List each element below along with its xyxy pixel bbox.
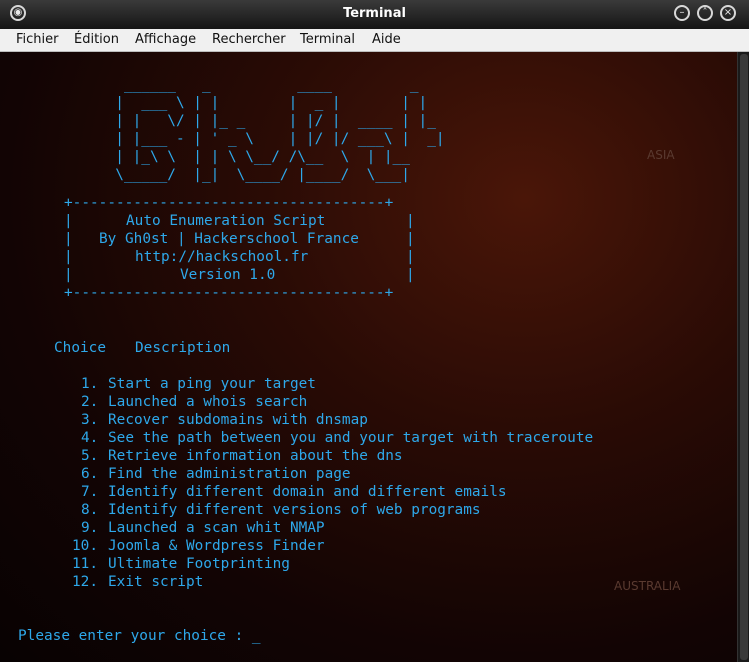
menu-aide[interactable]: Aide bbox=[372, 32, 401, 47]
option-text: Identify different versions of web progr… bbox=[108, 502, 481, 518]
option-number: 10. bbox=[72, 538, 98, 554]
terminal-area[interactable]: ASIA AUSTRALIA ______ _ ____ _ | ___ \ |… bbox=[0, 52, 737, 662]
menu-bar: Fichier Édition Affichage Rechercher Ter… bbox=[0, 29, 749, 52]
terminal-window: ◉ Terminal – ˄ × Fichier Édition Afficha… bbox=[0, 0, 749, 662]
menu-rechercher[interactable]: Rechercher bbox=[212, 32, 286, 47]
menu-edition[interactable]: Édition bbox=[74, 32, 119, 47]
title-bar[interactable]: ◉ Terminal – ˄ × bbox=[0, 0, 749, 30]
option-number: 1. bbox=[81, 376, 99, 392]
option-number: 2. bbox=[81, 394, 99, 410]
option-text: Find the administration page bbox=[108, 466, 351, 482]
box-side-right: | bbox=[406, 231, 415, 247]
option-text: Joomla & Wordpress Finder bbox=[108, 538, 325, 554]
option-number: 3. bbox=[81, 412, 99, 428]
script-author: By Gh0st | Hackerschool France bbox=[99, 231, 359, 247]
option-number: 5. bbox=[81, 448, 99, 464]
option-text: See the path between you and your target… bbox=[108, 430, 594, 446]
script-title: Auto Enumeration Script bbox=[126, 213, 326, 229]
option-text: Ultimate Footprinting bbox=[108, 556, 290, 572]
box-side-left: | bbox=[64, 231, 73, 247]
ascii-banner-line: \_____/ |_| \____/ |____/ \___| bbox=[46, 167, 410, 183]
box-side-right: | bbox=[406, 249, 415, 265]
script-version: Version 1.0 bbox=[180, 267, 276, 283]
choice-prompt[interactable]: Please enter your choice : _ bbox=[18, 627, 261, 645]
option-text: Recover subdomains with dnsmap bbox=[108, 412, 368, 428]
menu-affichage[interactable]: Affichage bbox=[135, 32, 196, 47]
box-border-bottom: +------------------------------------+ bbox=[64, 285, 394, 301]
option-text: Start a ping your target bbox=[108, 376, 316, 392]
box-side-right: | bbox=[406, 213, 415, 229]
box-side-right: | bbox=[406, 267, 415, 283]
ascii-banner-line: | ___ \ | | | _ | | | bbox=[46, 95, 428, 111]
menu-terminal[interactable]: Terminal bbox=[300, 32, 355, 47]
close-icon[interactable]: × bbox=[720, 5, 736, 21]
map-label-asia: ASIA bbox=[647, 148, 675, 162]
option-text: Retrieve information about the dns bbox=[108, 448, 403, 464]
scrollbar-thumb[interactable] bbox=[740, 54, 748, 660]
map-label-australia: AUSTRALIA bbox=[614, 579, 681, 593]
maximize-icon[interactable]: ˄ bbox=[697, 5, 713, 21]
option-number: 7. bbox=[81, 484, 99, 500]
ascii-banner-line: | |_\ \ | | \ \__/ /\__ \ | |__ bbox=[46, 149, 410, 165]
box-side-left: | bbox=[64, 267, 73, 283]
option-text: Identify different domain and different … bbox=[108, 484, 507, 500]
option-text: Exit script bbox=[108, 574, 204, 590]
box-side-left: | bbox=[64, 249, 73, 265]
choice-header: Choice bbox=[54, 340, 106, 356]
option-number: 6. bbox=[81, 466, 99, 482]
box-side-left: | bbox=[64, 213, 73, 229]
option-number: 11. bbox=[72, 556, 98, 572]
ascii-banner-line: | | \/ | |_ _ | |/ | ____ | |_ bbox=[46, 113, 436, 129]
option-number: 12. bbox=[72, 574, 98, 590]
minimize-icon[interactable]: – bbox=[674, 5, 690, 21]
window-title: Terminal bbox=[343, 6, 406, 21]
description-header: Description bbox=[135, 340, 231, 356]
option-text: Launched a scan whit NMAP bbox=[108, 520, 325, 536]
option-number: 4. bbox=[81, 430, 99, 446]
option-number: 8. bbox=[81, 502, 99, 518]
menu-fichier[interactable]: Fichier bbox=[16, 32, 59, 47]
script-url: http://hackschool.fr bbox=[135, 249, 309, 265]
box-border-top: +------------------------------------+ bbox=[64, 195, 394, 211]
ascii-banner-line: | |___ - | ' _ \ | |/ |/ ___\ | _| bbox=[46, 131, 445, 147]
ascii-banner-line: ______ _ ____ _ bbox=[46, 77, 419, 93]
option-text: Launched a whois search bbox=[108, 394, 308, 410]
scrollbar[interactable] bbox=[737, 52, 749, 662]
option-number: 9. bbox=[81, 520, 99, 536]
